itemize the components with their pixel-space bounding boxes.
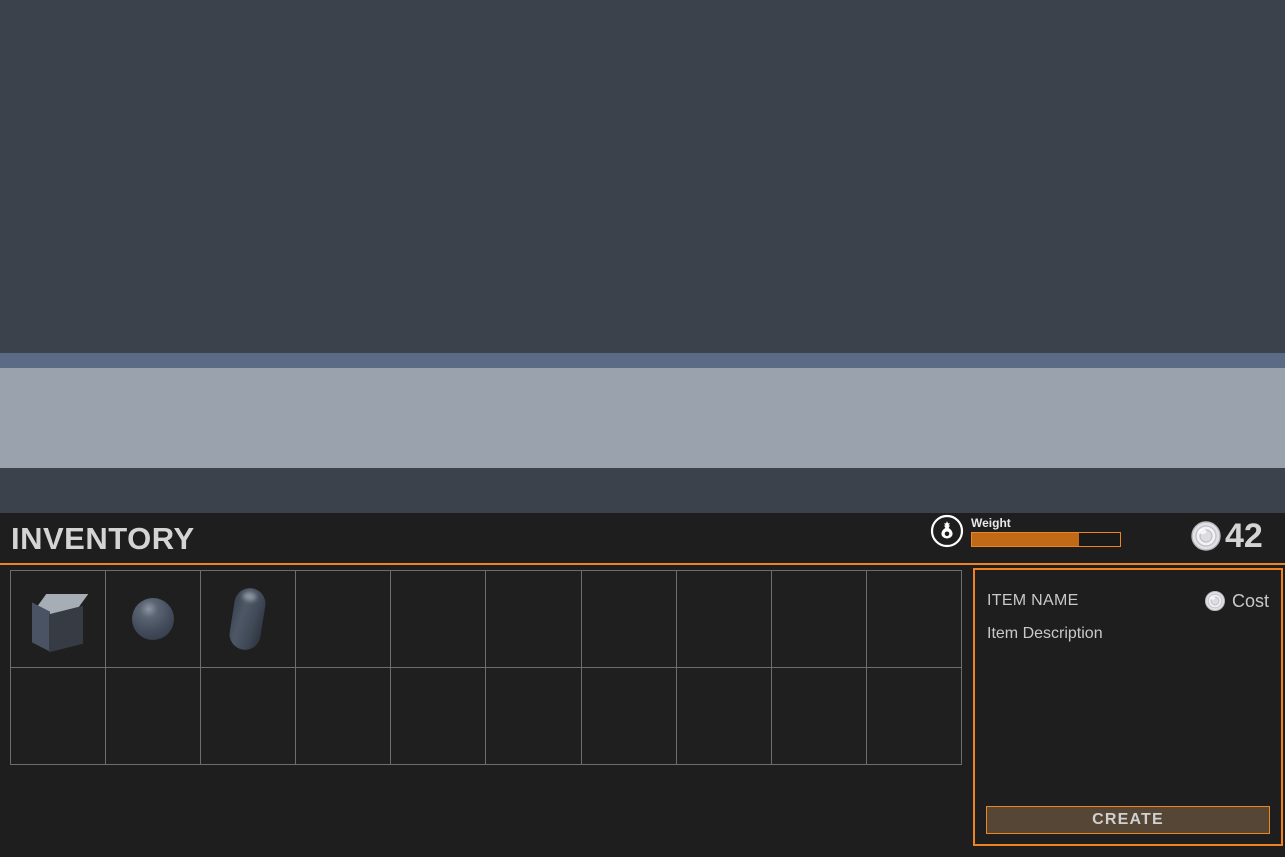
inventory-slot[interactable] (295, 569, 392, 668)
currency-display: 42 (1190, 517, 1263, 555)
item-cost-label: Cost (1231, 590, 1269, 611)
weight-meter: Weight (930, 514, 1121, 548)
inventory-slot[interactable] (9, 666, 106, 765)
coin-icon (1190, 520, 1222, 552)
weight-progress-fill (972, 532, 1079, 546)
inventory-slot[interactable] (771, 569, 868, 668)
inventory-slot[interactable] (866, 569, 963, 668)
money-bag-icon (930, 514, 964, 548)
inventory-slot[interactable] (295, 666, 392, 765)
item-description: Item Description (987, 625, 1103, 642)
create-button[interactable]: CREATE (986, 806, 1270, 834)
inventory-slot[interactable] (866, 666, 963, 765)
weight-stack: Weight (971, 516, 1121, 547)
inventory-slot[interactable] (485, 569, 582, 668)
inventory-slot[interactable] (199, 666, 297, 765)
inventory-slot[interactable] (104, 569, 201, 668)
inventory-slot[interactable] (675, 569, 772, 668)
inventory-slot[interactable] (485, 666, 582, 765)
viewport-ground-band (0, 368, 1285, 468)
coin-amount: 42 (1225, 517, 1263, 555)
inventory-grid (9, 569, 963, 765)
inventory-slot[interactable] (675, 666, 772, 765)
inventory-slot[interactable] (390, 569, 487, 668)
inventory-slot[interactable] (580, 666, 677, 765)
inventory-slot[interactable] (9, 569, 106, 668)
item-detail-header: ITEM NAME Cost (987, 590, 1269, 612)
item-sphere-icon (131, 597, 174, 640)
game-viewport[interactable] (0, 0, 1285, 513)
weight-progress-bar (971, 531, 1121, 547)
item-name-label: ITEM NAME (987, 592, 1079, 609)
inventory-slot[interactable] (771, 666, 868, 765)
inventory-slot[interactable] (199, 569, 297, 668)
viewport-horizon-band (0, 353, 1285, 368)
inventory-grid-area (0, 565, 970, 857)
inventory-screen: INVENTORY Weight 42 ITEM NAME Cost Item … (0, 0, 1285, 857)
item-cost-group: Cost (1204, 590, 1269, 612)
coin-icon (1204, 590, 1226, 612)
inventory-slot[interactable] (580, 569, 677, 668)
inventory-slot[interactable] (390, 666, 487, 765)
item-cube-icon (30, 591, 88, 652)
inventory-slot[interactable] (104, 666, 201, 765)
viewport-sky-band (0, 0, 1285, 353)
item-capsule-icon (227, 585, 269, 652)
viewport-floor-band (0, 468, 1285, 513)
weight-label: Weight (971, 515, 1011, 530)
item-detail-panel: ITEM NAME Cost Item Description CREATE (973, 568, 1283, 846)
page-title: INVENTORY (11, 521, 195, 556)
